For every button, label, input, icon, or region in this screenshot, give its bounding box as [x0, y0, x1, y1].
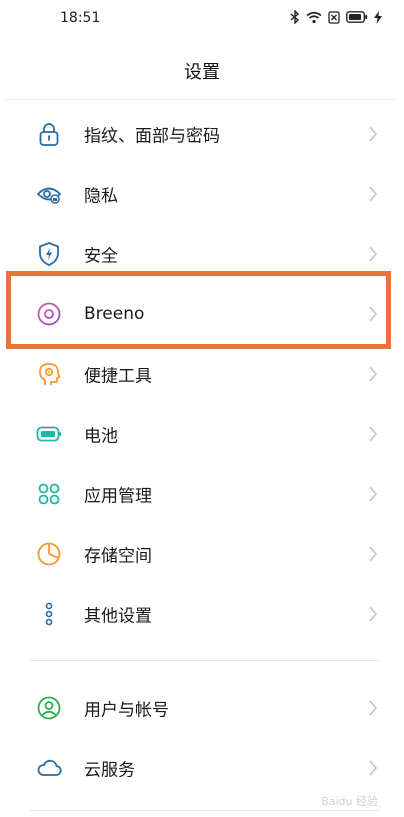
charging-icon — [374, 10, 382, 24]
chevron-right-icon — [369, 186, 378, 202]
watermark: Baidu 经验 — [321, 795, 378, 808]
settings-item-users-accounts[interactable]: 用户与帐号 — [0, 678, 404, 738]
chevron-right-icon — [369, 486, 378, 502]
settings-item-label: 存储空间 — [84, 546, 152, 567]
settings-item-label: 用户与帐号 — [84, 700, 169, 721]
settings-item-security-credentials[interactable]: 指纹、面部与密码 — [0, 104, 404, 164]
settings-item-app-management[interactable]: 应用管理 — [0, 464, 404, 524]
annotation-highlight-box — [6, 271, 391, 349]
chevron-right-icon — [369, 366, 378, 382]
chevron-right-icon — [369, 426, 378, 442]
settings-item-label: 指纹、面部与密码 — [84, 126, 220, 147]
settings-item-storage[interactable]: 存储空间 — [0, 524, 404, 584]
lock-icon — [39, 123, 59, 146]
settings-item-label: 便捷工具 — [84, 366, 152, 387]
battery-status-icon — [346, 11, 368, 23]
settings-item-label: 电池 — [84, 426, 118, 447]
storage-pie-icon — [37, 542, 61, 566]
bluetooth-icon — [290, 10, 300, 24]
section-divider — [30, 810, 380, 811]
settings-item-convenience-tools[interactable]: 便捷工具 — [0, 344, 404, 404]
cloud-icon — [37, 759, 62, 776]
settings-item-privacy[interactable]: 隐私 — [0, 164, 404, 224]
battery-icon — [36, 426, 61, 442]
page-title: 设置 — [184, 62, 220, 83]
shield-icon — [39, 242, 59, 266]
settings-item-label: 云服务 — [84, 760, 135, 781]
more-settings-icon — [45, 602, 53, 626]
settings-item-label: 隐私 — [84, 186, 118, 207]
head-tool-icon — [39, 363, 61, 385]
privacy-eye-icon — [36, 187, 62, 204]
status-icons — [290, 10, 382, 24]
chevron-right-icon — [369, 760, 378, 776]
settings-item-cloud-service[interactable]: 云服务 — [0, 738, 404, 798]
app-grid-icon — [38, 483, 60, 505]
settings-item-other[interactable]: 其他设置 — [0, 584, 404, 644]
user-icon — [37, 696, 61, 720]
settings-item-battery[interactable]: 电池 — [0, 404, 404, 464]
chevron-right-icon — [369, 126, 378, 142]
status-bar: 18:51 — [0, 0, 404, 38]
status-time: 18:51 — [60, 10, 101, 26]
header-divider — [6, 99, 398, 100]
chevron-right-icon — [369, 246, 378, 262]
section-divider — [30, 660, 380, 661]
settings-item-label: 应用管理 — [84, 486, 152, 507]
chevron-right-icon — [369, 606, 378, 622]
sim-off-icon — [328, 10, 340, 24]
chevron-right-icon — [369, 546, 378, 562]
settings-item-label: 安全 — [84, 246, 118, 267]
chevron-right-icon — [369, 700, 378, 716]
wifi-icon — [306, 11, 322, 23]
settings-item-label: 其他设置 — [84, 606, 152, 627]
